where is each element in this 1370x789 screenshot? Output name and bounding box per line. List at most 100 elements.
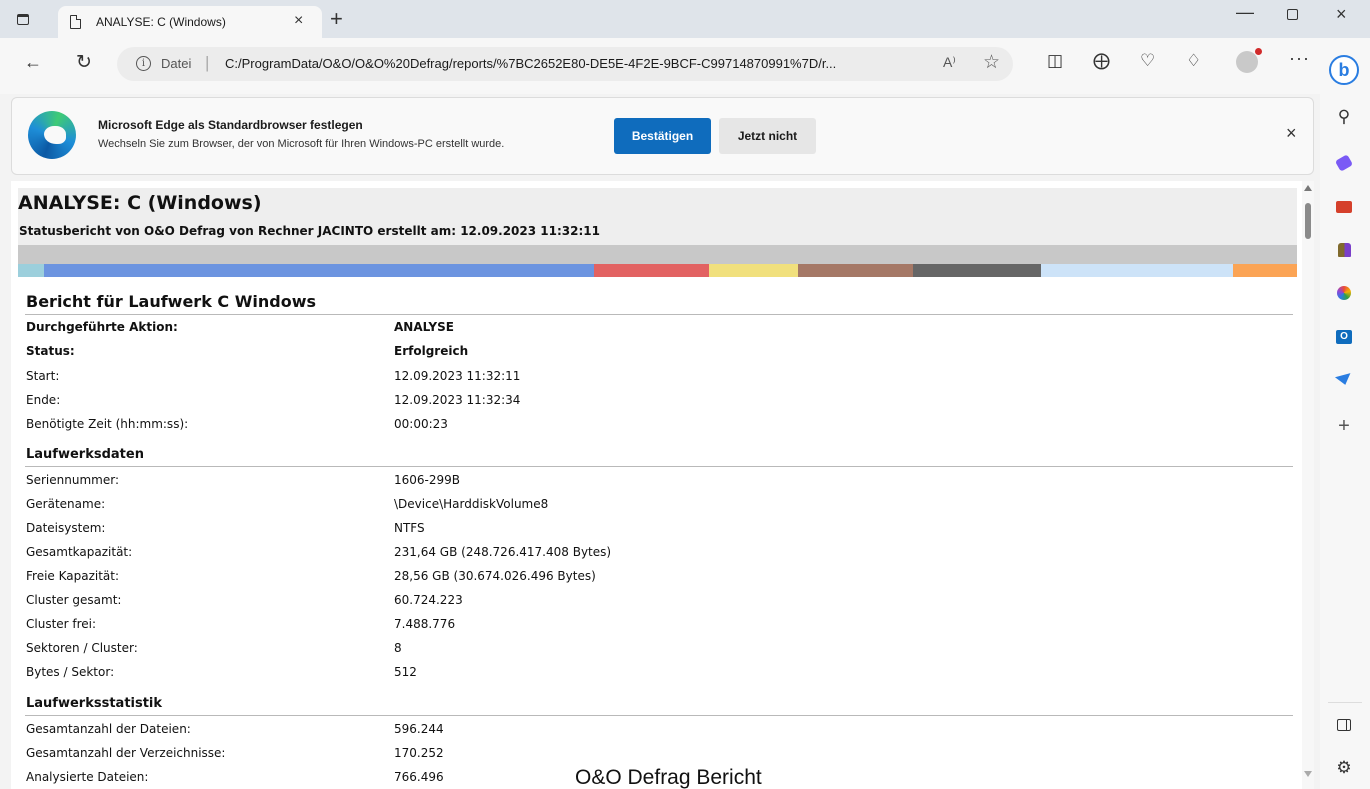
color-bar-segment [1233, 264, 1297, 277]
maximize-button[interactable] [1287, 9, 1298, 20]
table-row: Seriennummer: 1606-299B [26, 473, 1296, 497]
page-content: ANALYSE: C (Windows) Statusbericht von O… [11, 181, 1314, 789]
row-label: Gesamtkapazität: [26, 545, 133, 559]
color-bar-segment [18, 264, 44, 277]
row-value: 596.244 [394, 722, 444, 736]
row-label: Gerätename: [26, 497, 106, 511]
confirm-button[interactable]: Bestätigen [614, 118, 711, 154]
drop-send-icon[interactable] [1333, 369, 1355, 391]
table-row: Gesamtkapazität: 231,64 GB (248.726.417.… [26, 545, 1296, 569]
outlook-icon[interactable]: O [1333, 326, 1355, 348]
row-label: Freie Kapazität: [26, 569, 120, 583]
reload-icon[interactable]: ↻ [76, 51, 92, 74]
add-sidebar-app-icon[interactable]: + [1333, 415, 1355, 437]
vertical-scrollbar[interactable] [1302, 181, 1314, 789]
edge-logo-icon [28, 111, 76, 159]
hide-sidebar-icon[interactable] [1333, 714, 1355, 736]
row-value: 00:00:23 [394, 417, 448, 431]
banner-text: Wechseln Sie zum Browser, der von Micros… [98, 138, 505, 150]
image-caption: O&O Defrag Bericht [575, 766, 762, 789]
row-value: 7.488.776 [394, 617, 456, 631]
notifications-icon[interactable]: ♢ [1186, 51, 1201, 71]
row-label: Sektoren / Cluster: [26, 641, 138, 655]
color-bar-segment [43, 264, 594, 277]
row-value: NTFS [394, 521, 425, 535]
drive-data-heading: Laufwerksdaten [26, 447, 144, 462]
read-aloud-icon[interactable]: A⁾ [943, 54, 956, 71]
scroll-up-arrow-icon[interactable] [1304, 185, 1312, 191]
info-icon[interactable]: i [136, 56, 151, 71]
row-value: 28,56 GB (30.674.026.496 Bytes) [394, 569, 596, 583]
row-value: 170.252 [394, 746, 444, 760]
address-separator: | [205, 53, 210, 72]
row-label: Cluster gesamt: [26, 593, 122, 607]
scroll-thumb[interactable] [1305, 203, 1311, 239]
tab-strip: ANALYSE: C (Windows) × + — × [0, 0, 1370, 38]
report-header: ANALYSE: C (Windows) Statusbericht von O… [18, 188, 1297, 245]
search-icon[interactable]: ⚲ [1333, 106, 1355, 128]
back-icon[interactable]: ← [24, 52, 42, 73]
microsoft-365-icon[interactable] [1333, 282, 1355, 304]
window-close-button[interactable]: × [1336, 4, 1347, 25]
table-row: Gerätename: \Device\HarddiskVolume8 [26, 497, 1296, 521]
header-band [18, 245, 1297, 264]
table-row: Cluster frei: 7.488.776 [26, 617, 1296, 641]
collections-icon[interactable]: ⨁ [1093, 51, 1110, 71]
row-value: 12.09.2023 11:32:11 [394, 369, 521, 383]
tools-briefcase-icon[interactable] [1333, 196, 1355, 218]
row-label: Durchgeführte Aktion: [26, 320, 178, 334]
shopping-tag-icon[interactable] [1333, 152, 1355, 174]
row-label: Gesamtanzahl der Dateien: [26, 722, 191, 736]
row-label: Gesamtanzahl der Verzeichnisse: [26, 746, 226, 760]
divider [25, 466, 1293, 467]
row-value: 60.724.223 [394, 593, 463, 607]
tab-actions-icon[interactable] [14, 11, 32, 27]
address-url[interactable]: C:/ProgramData/O&O/O&O%20Defrag/reports/… [225, 56, 836, 71]
address-bar[interactable]: i Datei | C:/ProgramData/O&O/O&O%20Defra… [117, 47, 1013, 81]
end-row: Ende: 12.09.2023 11:32:34 [26, 393, 1296, 417]
browser-essentials-icon[interactable]: ♡ [1140, 51, 1155, 71]
games-icon[interactable] [1333, 239, 1355, 261]
row-value: 12.09.2023 11:32:34 [394, 393, 521, 407]
bing-copilot-icon[interactable]: b [1329, 55, 1359, 85]
action-row: Durchgeführte Aktion: ANALYSE [26, 320, 1296, 344]
report-subtitle: Statusbericht von O&O Defrag von Rechner… [19, 224, 600, 238]
status-row: Status: Erfolgreich [26, 344, 1296, 368]
profile-alert-dot [1255, 48, 1262, 55]
color-bar-segment [913, 264, 1042, 277]
profile-avatar[interactable] [1236, 51, 1258, 73]
edge-sidebar: ⚲ O + ⚙ [1320, 94, 1370, 789]
row-value: Erfolgreich [394, 344, 469, 358]
color-bar-segment [798, 264, 914, 277]
section-title: Bericht für Laufwerk C Windows [26, 292, 316, 311]
table-row: Bytes / Sektor: 512 [26, 665, 1296, 689]
minimize-button[interactable]: — [1236, 2, 1254, 23]
cluster-color-bar [18, 264, 1297, 277]
settings-gear-icon[interactable]: ⚙ [1333, 757, 1355, 779]
row-value: 766.496 [394, 770, 444, 784]
scroll-down-arrow-icon[interactable] [1304, 771, 1312, 777]
color-bar-segment [593, 264, 709, 277]
favorite-star-icon[interactable]: ☆ [983, 51, 1000, 74]
row-label: Analysierte Dateien: [26, 770, 149, 784]
banner-close-icon[interactable]: × [1286, 123, 1297, 144]
drive-stats-heading: Laufwerksstatistik [26, 696, 163, 711]
tab-close-icon[interactable]: × [294, 12, 303, 30]
row-label: Benötigte Zeit (hh:mm:ss): [26, 417, 189, 431]
color-bar-segment [1041, 264, 1234, 277]
table-row: Dateisystem: NTFS [26, 521, 1296, 545]
split-screen-icon[interactable]: ◫ [1047, 51, 1063, 71]
start-row: Start: 12.09.2023 11:32:11 [26, 369, 1296, 393]
row-label: Dateisystem: [26, 521, 106, 535]
row-label: Start: [26, 369, 60, 383]
sidebar-divider [1328, 702, 1362, 703]
browser-tab[interactable]: ANALYSE: C (Windows) × [58, 6, 322, 38]
row-value: 512 [394, 665, 417, 679]
report-title: ANALYSE: C (Windows) [18, 192, 262, 214]
more-menu-icon[interactable]: ··· [1289, 48, 1310, 69]
new-tab-button[interactable]: + [330, 6, 343, 32]
not-now-button[interactable]: Jetzt nicht [719, 118, 816, 154]
row-label: Cluster frei: [26, 617, 97, 631]
duration-row: Benötigte Zeit (hh:mm:ss): 00:00:23 [26, 417, 1296, 441]
row-label: Bytes / Sektor: [26, 665, 115, 679]
